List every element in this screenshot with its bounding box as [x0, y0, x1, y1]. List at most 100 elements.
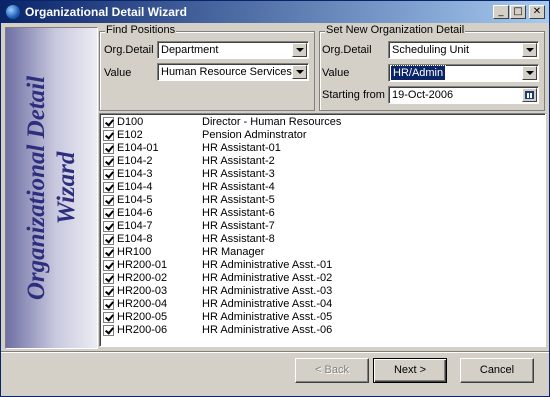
position-checkbox[interactable]	[103, 286, 114, 297]
set-detail-group: Set New Organization Detail Org.Detail S…	[319, 24, 545, 111]
list-item[interactable]: E104-6 HR Assistant-6	[102, 207, 542, 220]
position-checkbox[interactable]	[103, 117, 114, 128]
set-detail-label: Set New Organization Detail	[325, 24, 466, 36]
position-code: HR200-06	[117, 324, 168, 336]
wizard-window: Organizational Detail Wizard _ □ ✕ Organ…	[0, 0, 550, 397]
list-item[interactable]: HR200-04 HR Administrative Asst.-04	[102, 298, 542, 311]
position-code: D100	[117, 116, 144, 128]
position-code: E102	[117, 129, 143, 141]
find-value-label: Value	[104, 67, 132, 79]
position-checkbox[interactable]	[103, 247, 114, 258]
side-banner-text: Organizational Detail Wizard	[22, 28, 82, 348]
starting-from-label: Starting from	[322, 89, 385, 101]
position-checkbox[interactable]	[103, 221, 114, 232]
set-value-select[interactable]: HR/Admin	[388, 64, 539, 82]
set-org-detail-label: Org.Detail	[322, 44, 372, 56]
position-code: E104-7	[117, 220, 153, 232]
side-banner-line2: Wizard	[53, 151, 80, 225]
list-item[interactable]: E102 Pension Adminstrator	[102, 129, 542, 142]
set-value-label: Value	[322, 67, 350, 79]
position-code: HR200-03	[117, 285, 168, 297]
list-item[interactable]: E104-3 HR Assistant-3	[102, 168, 542, 181]
set-org-detail-value: Scheduling Unit	[392, 44, 470, 56]
close-button[interactable]: ✕	[529, 5, 545, 19]
position-description: HR Assistant-7	[202, 220, 275, 232]
position-code: HR200-02	[117, 272, 168, 284]
position-description: HR Assistant-2	[202, 155, 275, 167]
find-value-select[interactable]: Human Resource Services	[157, 63, 309, 81]
app-globe-icon	[5, 4, 21, 20]
list-item[interactable]: HR200-03 HR Administrative Asst.-03	[102, 285, 542, 298]
list-item[interactable]: E104-2 HR Assistant-2	[102, 155, 542, 168]
position-description: HR Administrative Asst.-06	[202, 324, 333, 336]
position-description: HR Administrative Asst.-03	[202, 285, 333, 297]
list-item[interactable]: E104-01 HR Assistant-01	[102, 142, 542, 155]
find-org-detail-value: Department	[161, 44, 219, 56]
position-code: HR200-05	[117, 311, 168, 323]
find-org-detail-select[interactable]: Department	[157, 41, 309, 59]
list-item[interactable]: E104-5 HR Assistant-5	[102, 194, 542, 207]
position-checkbox[interactable]	[103, 195, 114, 206]
position-checkbox[interactable]	[103, 130, 114, 141]
position-code: E104-4	[117, 181, 153, 193]
position-code: E104-01	[117, 142, 159, 154]
position-checkbox[interactable]	[103, 234, 114, 245]
find-org-detail-label: Org.Detail	[104, 44, 154, 56]
title-bar[interactable]: Organizational Detail Wizard _ □ ✕	[1, 1, 549, 23]
position-checkbox[interactable]	[103, 325, 114, 336]
list-item[interactable]: HR200-05 HR Administrative Asst.-05	[102, 311, 542, 324]
position-description: HR Assistant-01	[202, 142, 281, 154]
position-code: E104-2	[117, 155, 153, 167]
list-item[interactable]: E104-8 HR Assistant-8	[102, 233, 542, 246]
list-item[interactable]: HR100 HR Manager	[102, 246, 542, 259]
position-checkbox[interactable]	[103, 169, 114, 180]
side-banner-line1: Organizational Detail	[23, 75, 50, 301]
chevron-down-icon[interactable]	[522, 66, 537, 80]
position-checkbox[interactable]	[103, 143, 114, 154]
position-description: HR Administrative Asst.-05	[202, 311, 333, 323]
list-item[interactable]: E104-7 HR Assistant-7	[102, 220, 542, 233]
find-positions-label: Find Positions	[105, 24, 177, 36]
find-positions-group: Find Positions Org.Detail Department Val…	[99, 24, 315, 111]
button-separator	[1, 351, 549, 353]
chevron-down-icon[interactable]	[522, 43, 537, 57]
cancel-button[interactable]: Cancel	[460, 358, 534, 383]
position-checkbox[interactable]	[103, 182, 114, 193]
position-checkbox[interactable]	[103, 299, 114, 310]
starting-from-date-input[interactable]: 19-Oct-2006	[388, 86, 539, 104]
chevron-down-icon[interactable]	[292, 65, 307, 79]
position-description: Director - Human Resources	[202, 116, 342, 128]
position-checkbox[interactable]	[103, 273, 114, 284]
position-description: HR Administrative Asst.-01	[202, 259, 333, 271]
position-code: E104-6	[117, 207, 153, 219]
list-item[interactable]: HR200-01 HR Administrative Asst.-01	[102, 259, 542, 272]
set-org-detail-select[interactable]: Scheduling Unit	[388, 41, 539, 59]
position-checkbox[interactable]	[103, 260, 114, 271]
position-description: Pension Adminstrator	[202, 129, 307, 141]
chevron-down-icon[interactable]	[292, 43, 307, 57]
position-checkbox[interactable]	[103, 156, 114, 167]
position-description: HR Assistant-5	[202, 194, 275, 206]
next-button[interactable]: Next >	[373, 358, 447, 383]
back-button[interactable]: < Back	[295, 358, 369, 383]
position-checkbox[interactable]	[103, 312, 114, 323]
list-item[interactable]: HR200-06 HR Administrative Asst.-06	[102, 324, 542, 337]
maximize-button[interactable]: □	[510, 5, 526, 19]
starting-from-value: 19-Oct-2006	[392, 89, 454, 101]
list-item[interactable]: E104-4 HR Assistant-4	[102, 181, 542, 194]
position-description: HR Assistant-8	[202, 233, 275, 245]
list-item[interactable]: HR200-02 HR Administrative Asst.-02	[102, 272, 542, 285]
position-description: HR Manager	[202, 246, 265, 258]
find-value-value: Human Resource Services	[161, 66, 292, 78]
wizard-side-banner: Organizational Detail Wizard	[5, 27, 98, 349]
position-checkbox[interactable]	[103, 208, 114, 219]
position-description: HR Assistant-6	[202, 207, 275, 219]
window-title: Organizational Detail Wizard	[25, 5, 187, 19]
position-description: HR Administrative Asst.-02	[202, 272, 333, 284]
minimize-button[interactable]: _	[493, 5, 509, 19]
positions-list[interactable]: D100 Director - Human Resources E102 Pensio…	[99, 113, 546, 347]
position-code: E104-3	[117, 168, 153, 180]
calendar-icon[interactable]	[522, 88, 537, 102]
position-description: HR Administrative Asst.-04	[202, 298, 333, 310]
list-item[interactable]: D100 Director - Human Resources	[102, 116, 542, 129]
